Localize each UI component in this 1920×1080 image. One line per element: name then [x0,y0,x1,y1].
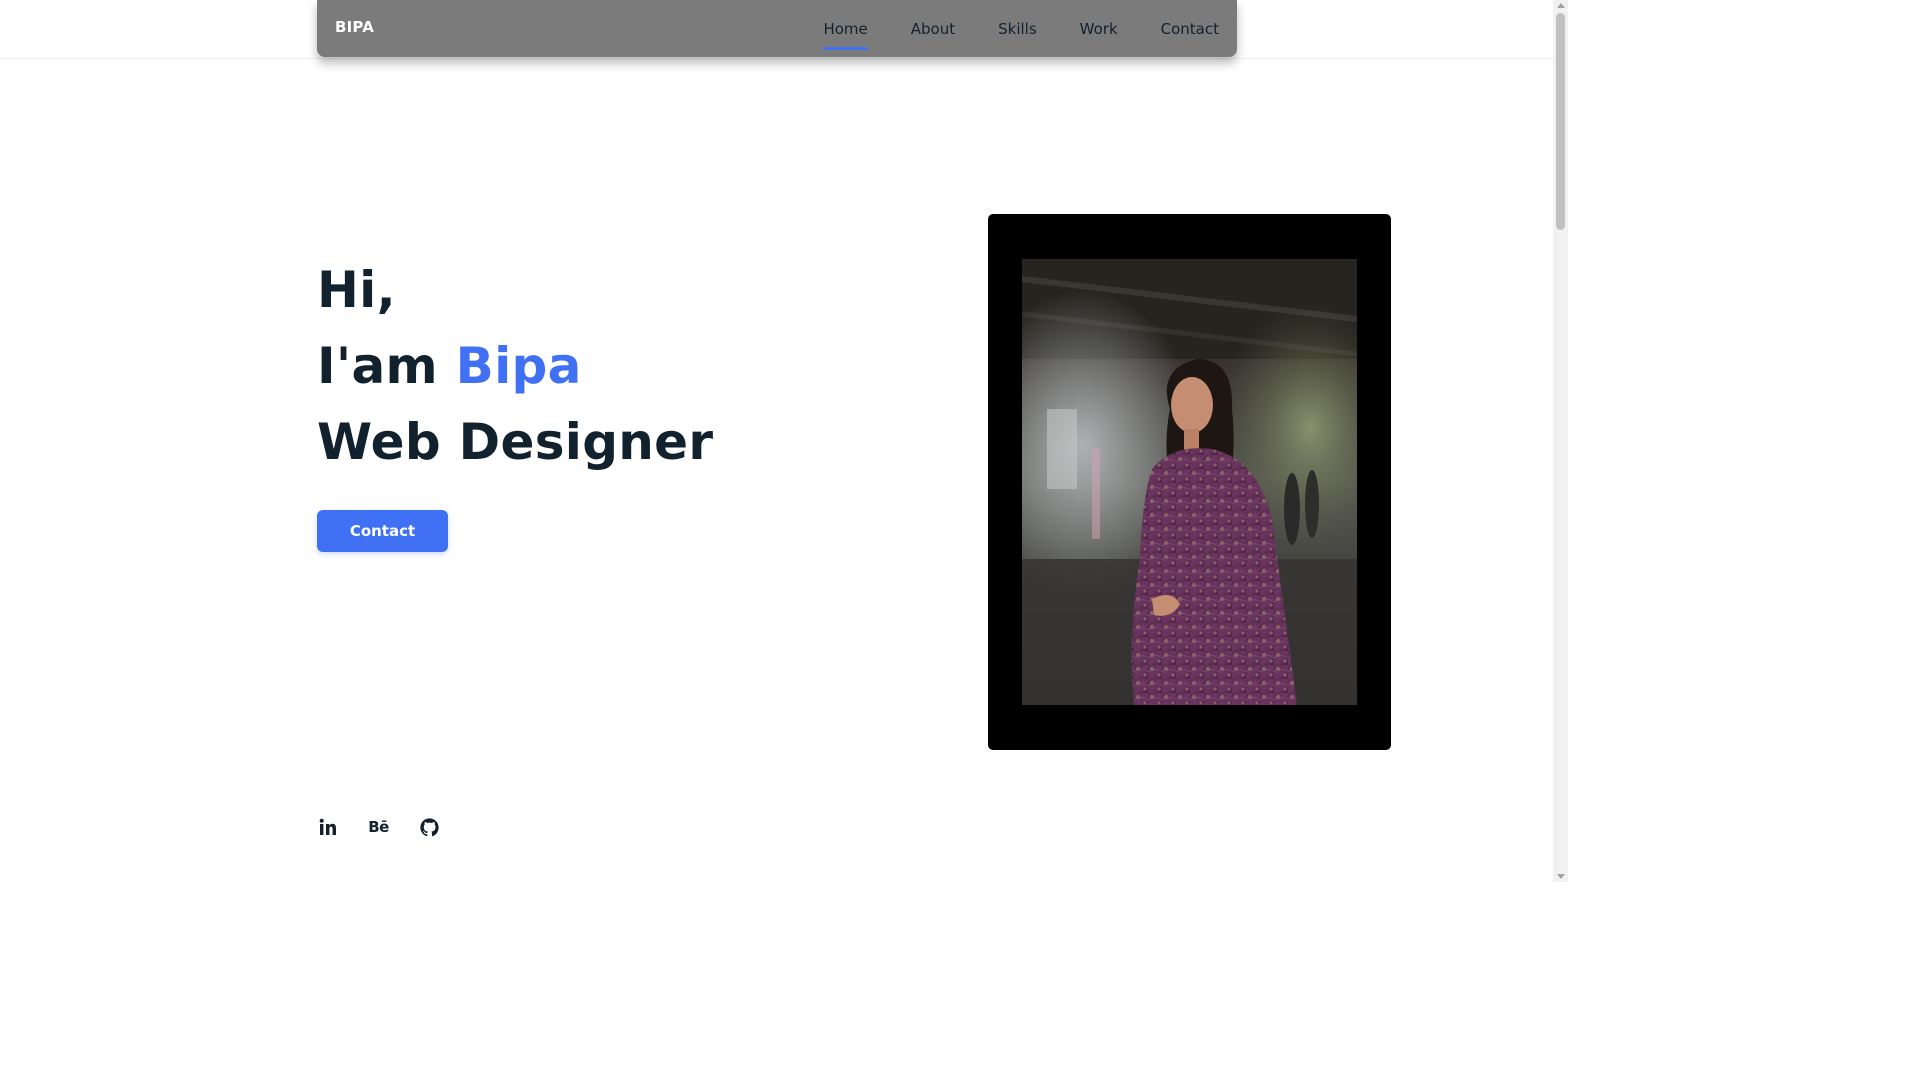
hero-intro: I'am Bipa [317,328,713,404]
hero-name: Bipa [455,337,582,395]
logo[interactable]: BIPA [335,18,374,36]
navbar: BIPA Home About Skills Work Contact [317,0,1237,57]
hero-heading: Hi, I'am Bipa Web Designer [317,252,713,480]
nav-skills[interactable]: Skills [998,20,1037,38]
scroll-thumb[interactable] [1556,13,1565,230]
portrait-photo [1022,259,1357,705]
nav-menu: Home About Skills Work Contact [823,0,1219,57]
nav-work[interactable]: Work [1080,20,1118,38]
photo-frame [988,214,1391,750]
hero-greeting: Hi, [317,261,396,319]
behance-icon[interactable]: Bē [368,814,389,840]
linkedin-icon[interactable] [317,814,338,840]
page-scrollbar[interactable] [1553,0,1568,882]
nav-home[interactable]: Home [823,20,869,50]
header-divider [0,58,1553,59]
hero-intro-prefix: I'am [317,337,456,395]
github-icon[interactable] [419,814,440,840]
nav-about[interactable]: About [911,20,955,38]
scroll-down-arrow-icon[interactable] [1557,874,1565,879]
behance-label: Bē [368,818,389,836]
social-links: Bē [317,814,440,840]
nav-contact[interactable]: Contact [1161,20,1219,38]
portrait-image [1022,259,1357,705]
github-glyph [420,817,439,836]
scroll-up-arrow-icon[interactable] [1557,3,1565,8]
linkedin-glyph [319,818,336,835]
page: BIPA Home About Skills Work Contact Hi, … [0,0,1568,882]
contact-button[interactable]: Contact [317,510,448,552]
hero-role: Web Designer [317,413,714,471]
